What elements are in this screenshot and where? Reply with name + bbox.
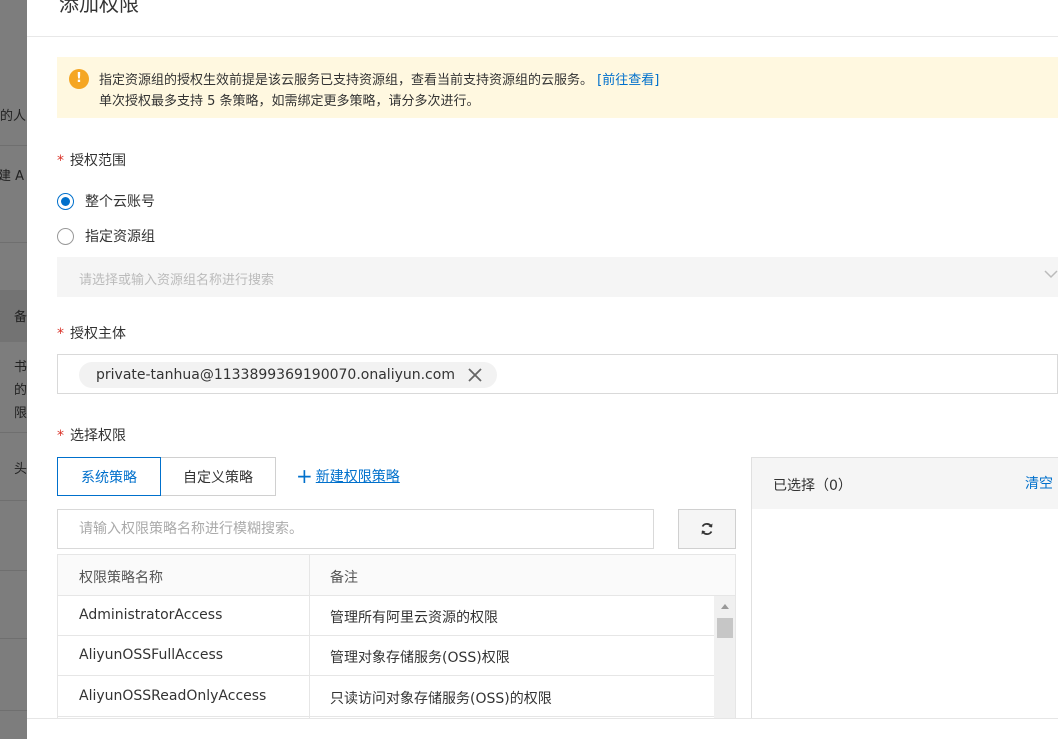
background-divider [0, 145, 27, 146]
principal-label-text: 授权主体 [70, 326, 126, 342]
close-icon[interactable] [467, 367, 483, 383]
policy-search-input[interactable] [57, 509, 654, 549]
background-divider [0, 570, 27, 571]
warning-circle-icon: ! [69, 69, 89, 89]
table-header: 权限策略名称 备注 [58, 555, 735, 596]
background-divider [0, 432, 27, 433]
column-header-name: 权限策略名称 [79, 570, 163, 586]
scroll-thumb[interactable] [717, 618, 733, 638]
drawer-header: 添加权限 [27, 0, 1058, 37]
permissions-label-text: 选择权限 [70, 428, 126, 444]
principal-label: * 授权主体 [57, 323, 126, 343]
radio-checked[interactable] [57, 192, 74, 210]
principal-tag: private-tanhua@1133899369190070.onaliyun… [79, 362, 497, 388]
notice-line-1: 指定资源组的授权生效前提是该云服务已支持资源组，查看当前支持资源组的云服务。 [… [99, 69, 659, 88]
permissions-label: * 选择权限 [57, 425, 126, 445]
background-divider [0, 638, 27, 639]
required-mark: * [57, 326, 64, 342]
principal-input[interactable]: private-tanhua@1133899369190070.onaliyun… [57, 354, 1058, 394]
scope-option-account[interactable]: 整个云账号 [57, 191, 155, 211]
required-mark: * [57, 428, 64, 444]
notice-view-link[interactable]: [前往查看] [597, 73, 659, 88]
notice-text: 指定资源组的授权生效前提是该云服务已支持资源组，查看当前支持资源组的云服务。 [99, 73, 594, 88]
selected-count: 已选择（0） [773, 478, 852, 494]
selected-panel: 已选择（0） 清空 [751, 457, 1058, 739]
drawer-title: 添加权限 [59, 0, 139, 16]
policy-note: 管理对象存储服务(OSS)权限 [330, 650, 510, 666]
scope-label: * 授权范围 [57, 150, 126, 170]
plus-icon: + [296, 464, 313, 488]
background-divider [0, 710, 27, 711]
selected-header: 已选择（0） 清空 [752, 458, 1058, 509]
resource-group-select[interactable]: 请选择或输入资源组名称进行搜索 [57, 257, 1058, 297]
table-row[interactable]: AliyunOSSReadOnlyAccess 只读访问对象存储服务(OSS)的… [58, 677, 714, 717]
add-permission-drawer: 添加权限 ! 指定资源组的授权生效前提是该云服务已支持资源组，查看当前支持资源组… [27, 0, 1058, 739]
scope-option-resource-group[interactable]: 指定资源组 [57, 226, 155, 246]
chevron-down-icon [1044, 270, 1058, 279]
refresh-button[interactable] [678, 509, 736, 549]
scope-option-label: 指定资源组 [85, 229, 155, 245]
policy-name: AliyunOSSReadOnlyAccess [79, 688, 267, 704]
policy-name: AdministratorAccess [79, 607, 223, 623]
principal-tag-text: private-tanhua@1133899369190070.onaliyun… [96, 367, 455, 383]
policy-table: 权限策略名称 备注 AdministratorAccess 管理所有阿里云资源的… [57, 554, 736, 739]
tab-custom-policy[interactable]: 自定义策略 [160, 457, 276, 496]
new-policy-label: 新建权限策略 [315, 469, 400, 485]
scope-option-label: 整个云账号 [85, 194, 155, 210]
notice-banner: ! 指定资源组的授权生效前提是该云服务已支持资源组，查看当前支持资源组的云服务。… [57, 57, 1058, 118]
policy-note: 管理所有阿里云资源的权限 [330, 610, 498, 626]
background-divider [0, 500, 27, 501]
new-policy-link[interactable]: + 新建权限策略 [296, 466, 400, 486]
table-row[interactable]: AdministratorAccess 管理所有阿里云资源的权限 [58, 596, 714, 636]
refresh-icon [701, 523, 713, 535]
policy-name: AliyunOSSFullAccess [79, 647, 224, 663]
radio-unchecked[interactable] [57, 227, 74, 245]
table-row[interactable]: AliyunOSSFullAccess 管理对象存储服务(OSS)权限 [58, 636, 714, 676]
clear-button[interactable]: 清空 [1025, 473, 1053, 493]
scroll-up-arrow-icon[interactable] [721, 604, 729, 609]
column-header-note: 备注 [330, 570, 358, 586]
drawer-footer [27, 718, 1058, 739]
resource-group-placeholder: 请选择或输入资源组名称进行搜索 [79, 273, 275, 288]
notice-line-2: 单次授权最多支持 5 条策略，如需绑定更多策略，请分多次进行。 [99, 94, 480, 109]
scope-label-text: 授权范围 [70, 153, 126, 169]
policy-note: 只读访问对象存储服务(OSS)的权限 [330, 691, 552, 707]
required-mark: * [57, 153, 64, 169]
tab-system-policy[interactable]: 系统策略 [57, 457, 161, 496]
background-divider [0, 242, 27, 243]
